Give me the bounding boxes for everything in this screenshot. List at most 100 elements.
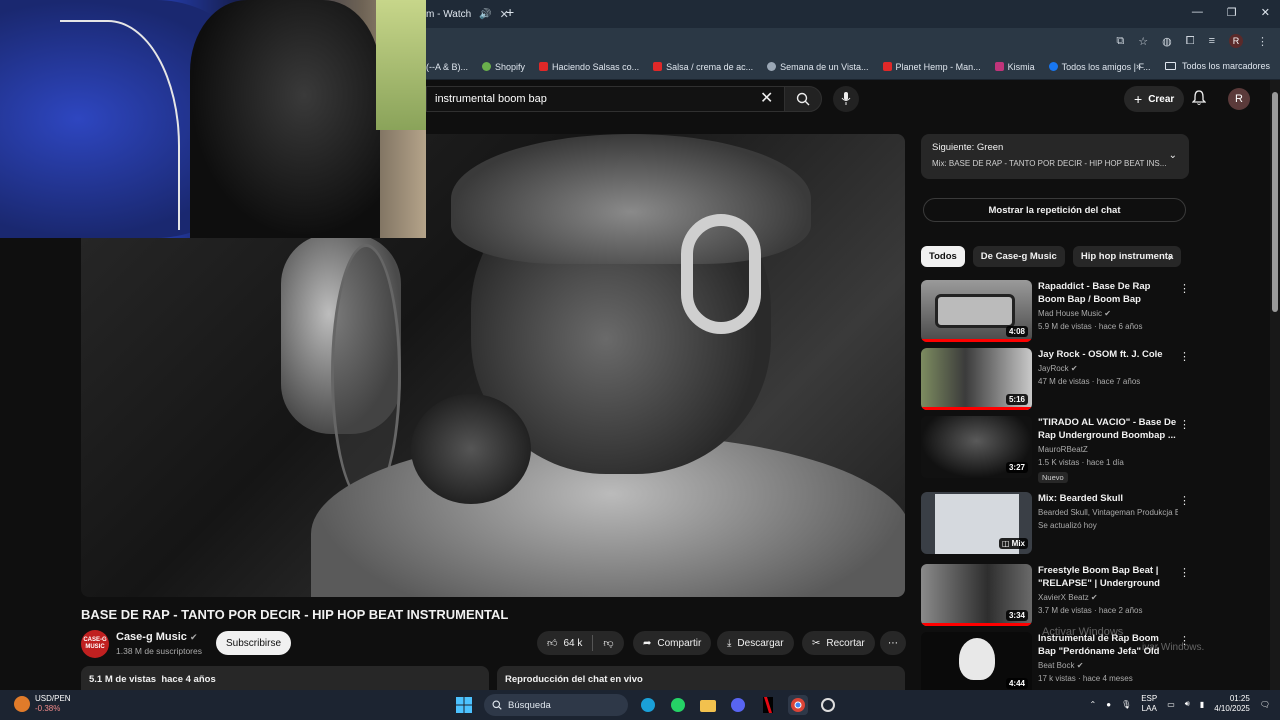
recommendation-item[interactable]: 3:34 Freestyle Boom Bap Beat | "RELAPSE"… [921,564,1191,626]
bookmark-item[interactable]: Shopify [482,62,525,72]
recommendation-channel[interactable]: XavierX Beatz ✔ [1038,593,1178,602]
download-button[interactable]: ⤓ Descargar [717,631,794,655]
search-button[interactable] [784,86,822,112]
like-button[interactable]: 👍︎ 64 k [547,637,582,650]
extension-icon[interactable]: ◍ [1162,35,1172,48]
more-vertical-icon[interactable]: ⋮ [1179,282,1190,295]
chevron-right-icon[interactable]: › [1168,250,1172,264]
tab-audio-icon[interactable]: 🔊 [479,9,491,20]
share-button[interactable]: ➦ Compartir [633,631,712,655]
more-vertical-icon[interactable]: ⋮ [1179,418,1190,431]
language-indicator[interactable]: ESP LAA [1141,694,1157,714]
taskbar-search[interactable]: Búsqueda [484,694,628,716]
chrome-icon[interactable] [788,695,808,715]
watched-progress-bar [921,407,1032,410]
file-explorer-icon[interactable] [698,695,718,715]
install-app-icon[interactable]: ⧉ [1116,35,1124,48]
recommendation-title[interactable]: Freestyle Boom Bap Beat | "RELAPSE" | Un… [1038,564,1178,590]
voice-search-button[interactable] [833,86,859,112]
recommendation-item[interactable]: 4:44 Instrumental de Rap Boom Bap "Perdó… [921,632,1191,690]
chip-hip-hop[interactable]: Hip hop instrumenta [1072,246,1181,267]
page-scrollbar[interactable] [1270,80,1280,690]
video-thumbnail[interactable]: 4:44 [921,632,1032,690]
new-badge: Nuevo [1038,472,1068,483]
recommendation-channel[interactable]: Beat Bock ✔ [1038,661,1178,670]
edge-icon[interactable] [638,695,658,715]
recommendation-title[interactable]: Mix: Bearded Skull [1038,492,1178,505]
up-next-panel[interactable]: Siguiente: Green Mix: BASE DE RAP - TANT… [921,134,1189,179]
chevron-double-right-icon[interactable]: » [1136,61,1141,71]
search-input[interactable]: instrumental boom bap [426,86,784,112]
new-tab-icon[interactable]: + [506,4,514,20]
netflix-icon[interactable] [758,695,778,715]
notifications-icon[interactable]: 🗨︎ [1260,700,1270,709]
subscribe-button[interactable]: Subscribirse [216,631,292,655]
bookmark-item[interactable]: Kismia [994,62,1035,72]
scrollbar-thumb[interactable] [1272,92,1278,312]
channel-name[interactable]: Case-g Music ✔ [116,631,198,643]
chip-from-channel[interactable]: De Case-g Music [972,246,1065,267]
clip-button[interactable]: ✂ Recortar [802,631,875,655]
bookmark-item[interactable]: (--A & B)... [426,62,468,72]
video-thumbnail[interactable]: ◫ Mix [921,492,1032,554]
browser-menu-icon[interactable]: ⋮ [1257,35,1268,48]
show-chat-replay-button[interactable]: Mostrar la repetición del chat [923,198,1186,222]
chevron-down-icon[interactable]: ⌄ [1169,150,1177,161]
more-vertical-icon[interactable]: ⋮ [1179,350,1190,363]
extensions-puzzle-icon[interactable]: ⧠ [1186,35,1195,48]
microphone-tray-icon[interactable]: 🎙︎ [1121,700,1131,709]
maximize-icon[interactable]: ❐ [1227,6,1237,19]
recommendation-item[interactable]: 4:08 Rapaddict - Base De Rap Boom Bap / … [921,280,1191,342]
recommendation-channel[interactable]: JayRock ✔ [1038,364,1178,373]
battery-icon[interactable]: ▮ [1200,700,1204,709]
recommendation-title[interactable]: Jay Rock - OSOM ft. J. Cole [1038,348,1178,361]
recommendation-item[interactable]: 3:27 "TIRADO AL VACIO" - Base De Rap Und… [921,416,1191,483]
bookmark-item[interactable]: Semana de un Vista... [767,62,869,72]
minimize-icon[interactable]: — [1192,6,1203,19]
window-close-icon[interactable]: ✕ [1261,6,1270,19]
dislike-button[interactable]: 👎︎ [603,637,613,649]
whatsapp-icon[interactable] [668,695,688,715]
volume-icon[interactable]: 🔊︎ [1185,699,1190,709]
video-thumbnail[interactable]: 5:16 [921,348,1032,410]
discord-icon[interactable] [728,695,748,715]
stock-ticker-widget[interactable]: USD/PEN -0.38% [14,694,71,714]
bookmark-item[interactable]: Salsa / crema de ac... [653,62,753,72]
bookmark-star-icon[interactable]: ☆ [1138,35,1148,48]
app-icon[interactable] [818,695,838,715]
all-bookmarks[interactable]: » Todos los marcadores [1136,61,1270,71]
recommendation-item[interactable]: ◫ Mix Mix: Bearded Skull Bearded Skull, … [921,492,1191,554]
recommendation-channel[interactable]: Mad House Music ✔ [1038,309,1178,318]
reading-list-icon[interactable]: ≡ [1209,35,1215,47]
clear-search-icon[interactable]: ✕ [760,90,773,108]
windows-start-icon[interactable] [454,695,474,715]
clock[interactable]: 01:25 4/10/2025 [1214,694,1250,714]
more-vertical-icon[interactable]: ⋮ [1179,566,1190,579]
chip-all[interactable]: Todos [921,246,965,267]
tray-app-icon[interactable]: ● [1106,700,1111,709]
more-actions-button[interactable]: ⋯ [880,631,906,655]
video-thumbnail[interactable]: 3:34 [921,564,1032,626]
account-avatar[interactable]: R [1228,88,1250,110]
video-thumbnail[interactable]: 3:27 [921,416,1032,478]
recommendation-title[interactable]: "TIRADO AL VACIO" - Base De Rap Undergro… [1038,416,1178,442]
recommendation-item[interactable]: 5:16 Jay Rock - OSOM ft. J. Cole JayRock… [921,348,1191,410]
browser-toolbar-right: ⧉ ☆ ◍ ⧠ ≡ R ⋮ [1116,34,1268,48]
create-button[interactable]: + Crear [1124,86,1185,112]
more-vertical-icon[interactable]: ⋮ [1179,494,1190,507]
recommendation-channel[interactable]: MauroRBeatZ [1038,445,1178,454]
bookmark-item[interactable]: Haciendo Salsas co... [539,62,639,72]
monitor-icon[interactable]: ▭ [1167,700,1175,709]
profile-avatar[interactable]: R [1229,34,1243,48]
channel-avatar[interactable]: CASE-G MUSIC [81,630,109,658]
recommendation-title[interactable]: Rapaddict - Base De Rap Boom Bap / Boom … [1038,280,1178,306]
up-next-subtitle: Mix: BASE DE RAP - TANTO POR DECIR - HIP… [932,159,1167,168]
recommendation-channel[interactable]: Bearded Skull, Vintageman Produkcja Be..… [1038,508,1178,517]
bookmark-item[interactable]: Planet Hemp - Man... [882,62,981,72]
video-thumbnail[interactable]: 4:08 [921,280,1032,342]
browser-tab-active[interactable]: m - Watch 🔊 ✕ [426,4,509,24]
notifications-bell-icon[interactable] [1192,90,1206,106]
chevron-up-icon[interactable]: ⌃ [1090,700,1097,709]
youtube-icon [882,62,892,71]
recommendation-meta: 3.7 M de vistas · hace 2 años [1038,606,1143,615]
